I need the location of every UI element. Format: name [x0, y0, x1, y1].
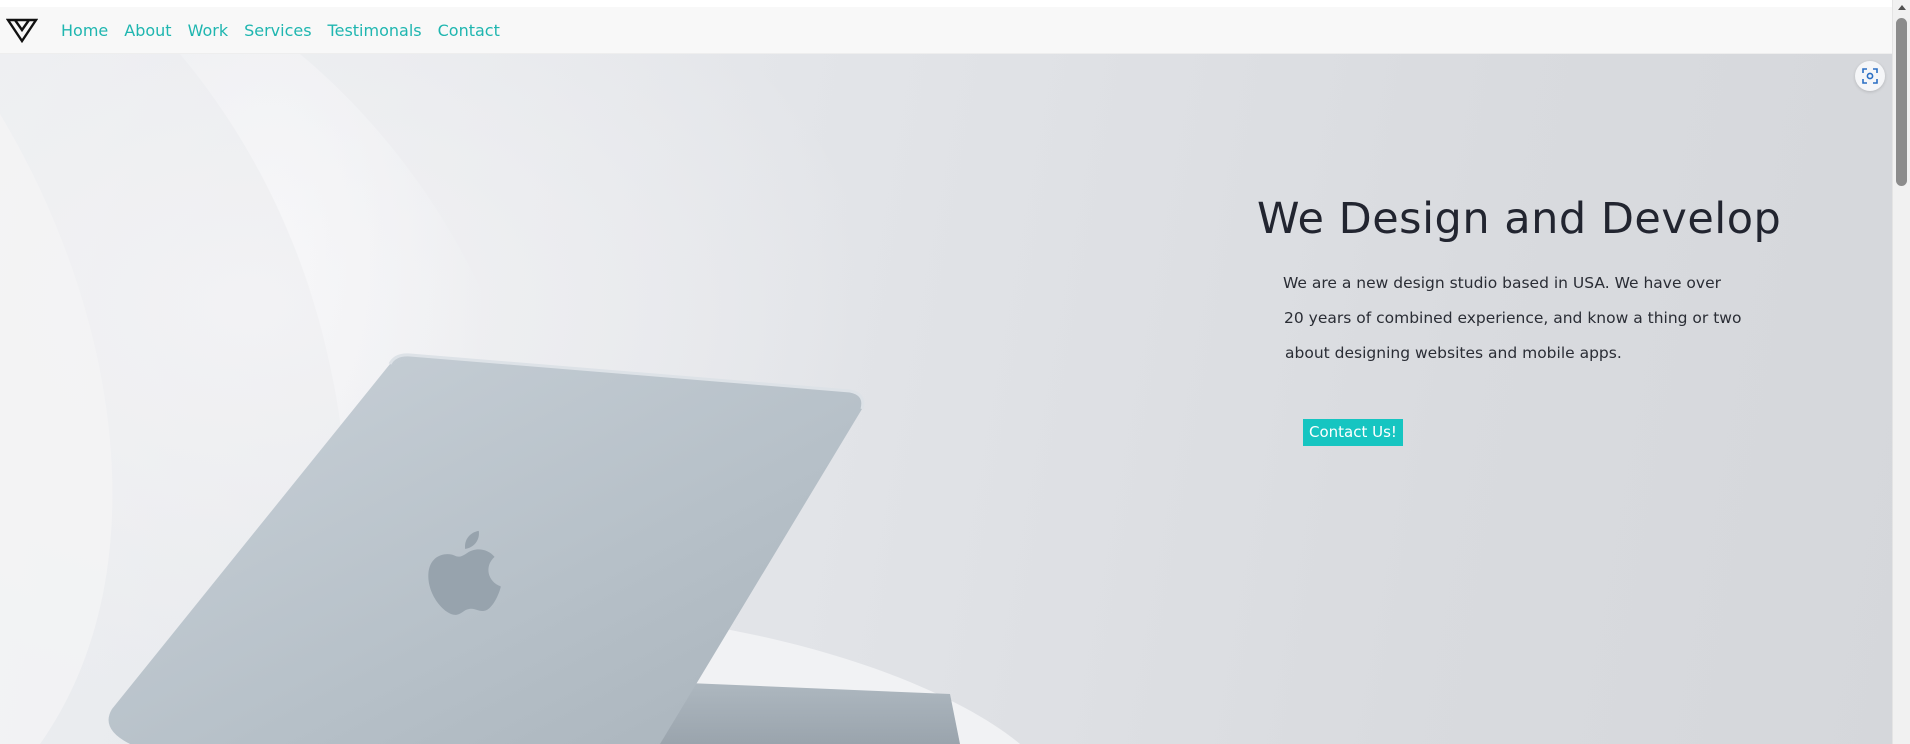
nav-link-home[interactable]: Home [61, 21, 108, 40]
scroll-thumb[interactable] [1896, 18, 1907, 186]
hero-title: We Design and Develop [1257, 194, 1782, 244]
nav-link-work[interactable]: Work [188, 21, 229, 40]
nav-link-contact[interactable]: Contact [438, 21, 500, 40]
page: Home About Work Services Testimonals Con… [0, 0, 1910, 744]
hero-description-line: 20 years of combined experience, and kno… [1284, 309, 1742, 327]
navbar: Home About Work Services Testimonals Con… [0, 7, 1892, 54]
hero-description: We are a new design studio based in USA.… [1283, 266, 1742, 371]
hero-section: We Design and Develop We are a new desig… [0, 54, 1892, 744]
top-strip [0, 0, 1892, 7]
screenshot-search-icon[interactable] [1855, 61, 1885, 91]
scroll-up-arrow-icon[interactable] [1898, 5, 1906, 10]
nav-link-testimonals[interactable]: Testimonals [328, 21, 422, 40]
hero-description-line: We are a new design studio based in USA.… [1283, 274, 1721, 292]
laptop-hero-image [0, 54, 1020, 744]
nav-link-services[interactable]: Services [244, 21, 311, 40]
triangle-logo-icon[interactable] [5, 15, 39, 45]
scrollbar[interactable] [1892, 0, 1910, 744]
nav-link-about[interactable]: About [124, 21, 171, 40]
nav-links: Home About Work Services Testimonals Con… [61, 21, 500, 40]
contact-us-button[interactable]: Contact Us! [1303, 419, 1403, 446]
hero-content: We Design and Develop We are a new desig… [1257, 194, 1817, 371]
hero-description-line: about designing websites and mobile apps… [1285, 344, 1622, 362]
